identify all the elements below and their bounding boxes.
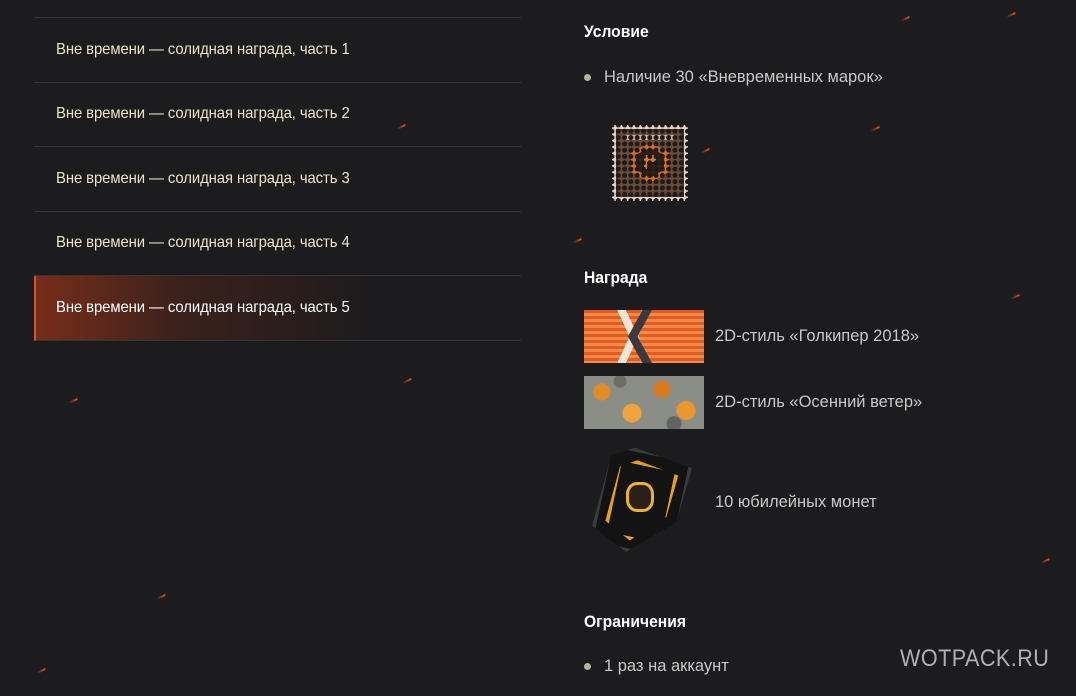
spark-decoration xyxy=(1010,293,1020,301)
reward-item-label: 2D-стиль «Голкипер 2018» xyxy=(715,327,920,345)
spark-decoration xyxy=(1006,11,1016,19)
spark-decoration xyxy=(156,593,166,601)
quest-list: Вне времени — солидная награда, часть 1 … xyxy=(34,17,521,341)
reward-title: Награда xyxy=(584,268,648,287)
spark-decoration xyxy=(870,125,880,133)
timeless-stamp-icon xyxy=(612,125,688,201)
reward-item-label: 2D-стиль «Осенний ветер» xyxy=(715,393,923,411)
spark-decoration xyxy=(572,237,582,245)
quest-item-part-2[interactable]: Вне времени — солидная награда, часть 2 xyxy=(34,83,521,147)
reward-item: 2D-стиль «Голкипер 2018» xyxy=(584,310,919,363)
quest-item-label: Вне времени — солидная награда, часть 2 xyxy=(56,105,350,123)
restrictions-title: Ограничения xyxy=(584,612,686,631)
bullet-icon xyxy=(584,74,591,81)
spark-decoration xyxy=(900,15,910,23)
quest-item-part-5-active[interactable]: Вне времени — солидная награда, часть 5 xyxy=(34,276,521,341)
quest-item-part-1[interactable]: Вне времени — солидная награда, часть 1 xyxy=(34,18,521,83)
quest-item-part-3[interactable]: Вне времени — солидная награда, часть 3 xyxy=(34,147,521,212)
jubilee-coin-icon xyxy=(584,446,704,558)
restrictions-item-text: 1 раз на аккаунт xyxy=(604,657,729,675)
spark-decoration xyxy=(402,377,412,385)
goalkeeper-2018-style-icon xyxy=(584,310,704,363)
quest-item-label: Вне времени — солидная награда, часть 4 xyxy=(56,234,350,252)
reward-item: 10 юбилейных монет xyxy=(584,446,877,558)
reward-item-label: 10 юбилейных монет xyxy=(715,492,877,511)
spark-decoration xyxy=(1040,557,1050,565)
quest-item-label: Вне времени — солидная награда, часть 1 xyxy=(56,40,350,58)
quest-item-label: Вне времени — солидная награда, часть 5 xyxy=(56,298,350,316)
quest-item-part-4[interactable]: Вне времени — солидная награда, часть 4 xyxy=(34,212,521,276)
spark-decoration xyxy=(700,147,710,155)
bullet-icon xyxy=(584,663,591,670)
spark-decoration xyxy=(68,397,78,405)
site-watermark: WOTPACK.RU xyxy=(900,645,1050,672)
condition-title: Условие xyxy=(584,22,649,41)
restrictions-item: 1 раз на аккаунт xyxy=(584,657,729,676)
autumn-wind-style-icon xyxy=(584,376,704,429)
reward-item: 2D-стиль «Осенний ветер» xyxy=(584,376,922,429)
condition-item-text: Наличие 30 «Вневременных марок» xyxy=(604,68,883,86)
condition-item: Наличие 30 «Вневременных марок» xyxy=(584,68,883,87)
spark-decoration xyxy=(36,667,46,675)
quest-item-label: Вне времени — солидная награда, часть 3 xyxy=(56,169,350,187)
